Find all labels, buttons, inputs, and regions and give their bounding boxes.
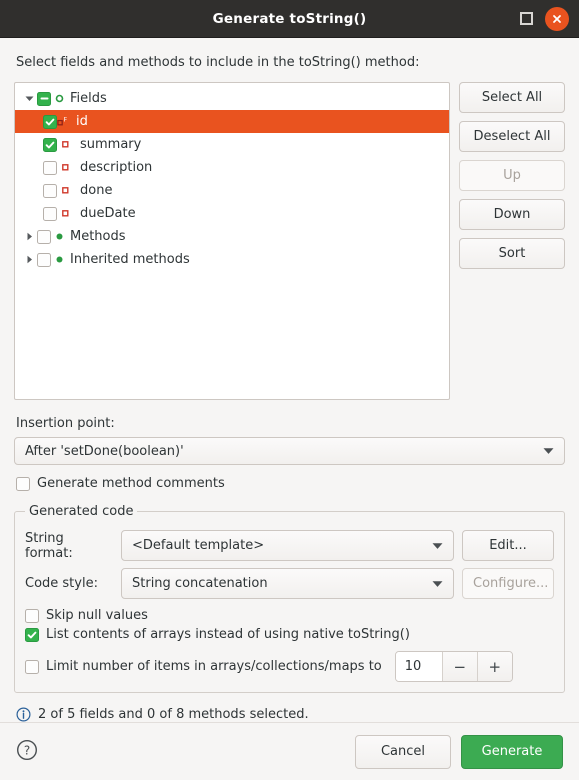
tree-row[interactable]: summary <box>15 133 449 156</box>
generate-method-comments-checkbox[interactable] <box>16 476 30 491</box>
method-icon <box>51 229 67 245</box>
info-icon <box>16 707 31 722</box>
list-array-contents-row[interactable]: List contents of arrays instead of using… <box>25 627 554 642</box>
tree-row-label: summary <box>80 137 142 152</box>
tree-action-buttons: Select All Deselect All Up Down Sort <box>459 82 565 269</box>
members-tree[interactable]: Fields F id summary description done due… <box>14 82 450 400</box>
tree-row-label: id <box>76 114 88 129</box>
list-array-contents-label: List contents of arrays instead of using… <box>46 627 410 642</box>
skip-null-values-checkbox[interactable] <box>25 608 39 623</box>
tree-checkbox[interactable] <box>43 160 57 175</box>
tree-row-label: done <box>80 183 113 198</box>
title-bar: Generate toString() <box>0 0 579 38</box>
generated-code-legend: Generated code <box>29 504 134 519</box>
intro-label: Select fields and methods to include in … <box>16 55 420 70</box>
list-array-contents-checkbox[interactable] <box>25 627 39 642</box>
chevron-down-icon <box>543 444 554 459</box>
tree-row-label: description <box>80 160 153 175</box>
generate-method-comments-row[interactable]: Generate method comments <box>16 476 565 491</box>
edit-template-button[interactable]: Edit... <box>462 530 554 561</box>
svg-text:?: ? <box>24 743 30 757</box>
svg-text:F: F <box>64 116 68 123</box>
limit-increment-button[interactable]: + <box>476 652 512 681</box>
string-format-value: <Default template> <box>132 538 265 553</box>
insertion-point-select[interactable]: After 'setDone(boolean)' <box>14 437 565 465</box>
chevron-down-icon <box>432 576 443 591</box>
tree-row-label: Methods <box>70 229 126 244</box>
skip-null-values-row[interactable]: Skip null values <box>25 608 554 623</box>
tree-checkbox[interactable] <box>37 91 51 106</box>
code-style-label: Code style: <box>25 576 98 591</box>
field-icon <box>57 206 73 222</box>
tree-area: Fields F id summary description done due… <box>14 82 565 400</box>
tree-row[interactable]: F id <box>15 110 449 133</box>
cancel-button[interactable]: Cancel <box>355 734 451 769</box>
field-final-icon: F <box>57 114 73 130</box>
move-up-button: Up <box>459 160 565 191</box>
tree-row-label: Fields <box>70 91 107 106</box>
string-format-select[interactable]: <Default template> <box>121 530 454 561</box>
sort-button[interactable]: Sort <box>459 238 565 269</box>
field-group-icon <box>51 91 67 107</box>
tree-checkbox[interactable] <box>37 229 51 244</box>
dialog-footer: ? Cancel Generate <box>0 722 579 780</box>
chevron-right-icon[interactable] <box>21 255 37 264</box>
tree-row[interactable]: done <box>15 179 449 202</box>
limit-items-row: Limit number of items in arrays/collecti… <box>25 651 554 682</box>
tree-checkbox[interactable] <box>43 114 57 129</box>
tree-checkbox[interactable] <box>43 183 57 198</box>
chevron-down-icon <box>432 538 443 553</box>
field-icon <box>57 183 73 199</box>
limit-items-checkbox[interactable] <box>25 659 39 674</box>
configure-style-button: Configure... <box>462 568 554 599</box>
string-format-label: String format: <box>25 530 73 561</box>
select-all-button[interactable]: Select All <box>459 82 565 113</box>
window-controls <box>520 0 569 37</box>
field-icon <box>57 137 73 153</box>
limit-items-value[interactable]: 10 <box>395 652 442 681</box>
deselect-all-button[interactable]: Deselect All <box>459 121 565 152</box>
tree-row[interactable]: description <box>15 156 449 179</box>
field-icon <box>57 160 73 176</box>
tree-checkbox[interactable] <box>43 137 57 152</box>
tree-row-label: dueDate <box>80 206 136 221</box>
close-icon[interactable] <box>545 6 569 31</box>
tree-row[interactable]: dueDate <box>15 202 449 225</box>
tree-checkbox[interactable] <box>37 252 51 267</box>
tree-row[interactable]: Methods <box>15 225 449 248</box>
tree-row-label: Inherited methods <box>70 252 190 267</box>
move-down-button[interactable]: Down <box>459 199 565 230</box>
tree-row[interactable]: Fields <box>15 87 449 110</box>
skip-null-values-label: Skip null values <box>46 608 148 623</box>
code-style-row: Code style: String concatenation Configu… <box>25 568 554 599</box>
status-bar: 2 of 5 fields and 0 of 8 methods selecte… <box>16 707 565 722</box>
generate-button[interactable]: Generate <box>461 734 563 769</box>
code-style-select[interactable]: String concatenation <box>121 568 454 599</box>
generate-method-comments-label: Generate method comments <box>37 476 225 491</box>
code-style-value: String concatenation <box>132 576 268 591</box>
help-icon[interactable]: ? <box>16 739 38 765</box>
tree-row[interactable]: Inherited methods <box>15 248 449 271</box>
chevron-right-icon[interactable] <box>21 232 37 241</box>
limit-items-label: Limit number of items in arrays/collecti… <box>46 659 382 674</box>
generated-code-group: Generated code String format: <Default t… <box>14 504 565 693</box>
limit-decrement-button[interactable]: − <box>441 652 477 681</box>
insertion-point-value: After 'setDone(boolean)' <box>25 443 184 459</box>
tree-checkbox[interactable] <box>43 206 57 221</box>
method-icon <box>51 252 67 268</box>
limit-items-stepper[interactable]: 10 − + <box>394 651 513 682</box>
chevron-down-icon[interactable] <box>21 94 37 103</box>
generate-tostring-dialog: Generate toString() Select fields and me… <box>0 0 579 780</box>
maximize-icon[interactable] <box>520 12 533 25</box>
dialog-content: Select fields and methods to include in … <box>0 38 579 722</box>
status-text: 2 of 5 fields and 0 of 8 methods selecte… <box>38 707 309 722</box>
window-title: Generate toString() <box>212 10 367 27</box>
insertion-point-label: Insertion point: <box>16 416 115 431</box>
string-format-row: String format: <Default template> Edit..… <box>25 530 554 561</box>
